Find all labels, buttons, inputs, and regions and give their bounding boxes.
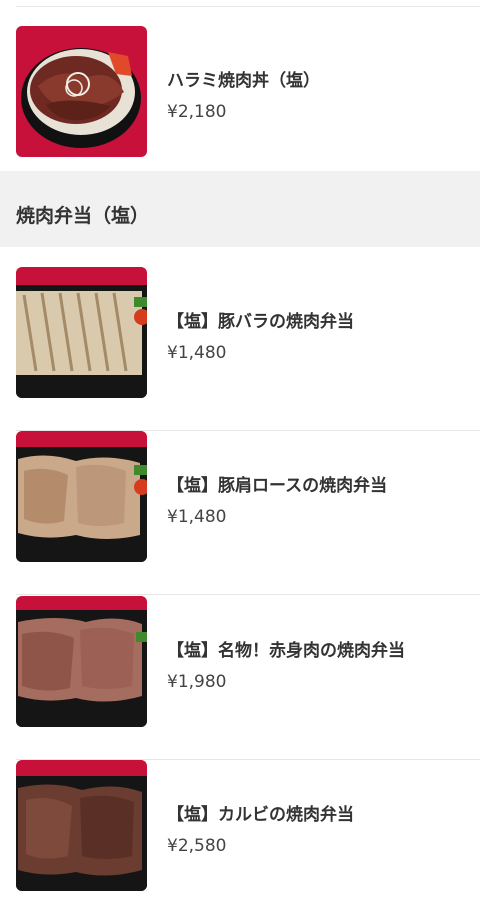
menu-item-price: ¥2,580 <box>167 836 227 856</box>
menu-item-name: 【塩】カルビの焼肉弁当 <box>167 805 354 825</box>
menu-item-pork-shoulder[interactable]: 【塩】豚肩ロースの焼肉弁当 ¥1,480 <box>0 431 480 595</box>
menu-item-name: 【塩】豚肩ロースの焼肉弁当 <box>167 476 388 496</box>
food-photo <box>16 596 147 727</box>
menu-item-name: 【塩】名物！赤身肉の焼肉弁当 <box>167 641 405 661</box>
menu-item-pork-belly[interactable]: 【塩】豚バラの焼肉弁当 ¥1,480 <box>0 267 480 431</box>
list-divider <box>16 6 480 7</box>
category-header: 焼肉弁当（塩） <box>0 171 480 247</box>
menu-item-price: ¥1,980 <box>167 672 227 692</box>
kalbi-bento-photo <box>16 760 147 891</box>
list-divider <box>16 594 480 595</box>
food-photo <box>16 26 147 157</box>
menu-item-kalbi[interactable]: 【塩】カルビの焼肉弁当 ¥2,580 <box>0 760 480 924</box>
menu-item-price: ¥1,480 <box>167 507 227 527</box>
menu-item-price: ¥1,480 <box>167 343 227 363</box>
menu-item-name: ハラミ焼肉丼（塩） <box>167 71 320 91</box>
harami-don-photo <box>16 26 147 157</box>
category-title: 焼肉弁当（塩） <box>16 205 150 227</box>
menu-item-lean-beef[interactable]: 【塩】名物！赤身肉の焼肉弁当 ¥1,980 <box>0 596 480 760</box>
menu-item-name: 【塩】豚バラの焼肉弁当 <box>167 312 354 332</box>
pork-belly-bento-photo <box>16 267 147 398</box>
food-photo <box>16 267 147 398</box>
food-photo <box>16 431 147 562</box>
lean-beef-bento-photo <box>16 596 147 727</box>
pork-shoulder-bento-photo <box>16 431 147 562</box>
food-photo <box>16 760 147 891</box>
menu-item-price: ¥2,180 <box>167 102 227 122</box>
menu-item-harami-don[interactable]: ハラミ焼肉丼（塩） ¥2,180 <box>0 26 480 190</box>
